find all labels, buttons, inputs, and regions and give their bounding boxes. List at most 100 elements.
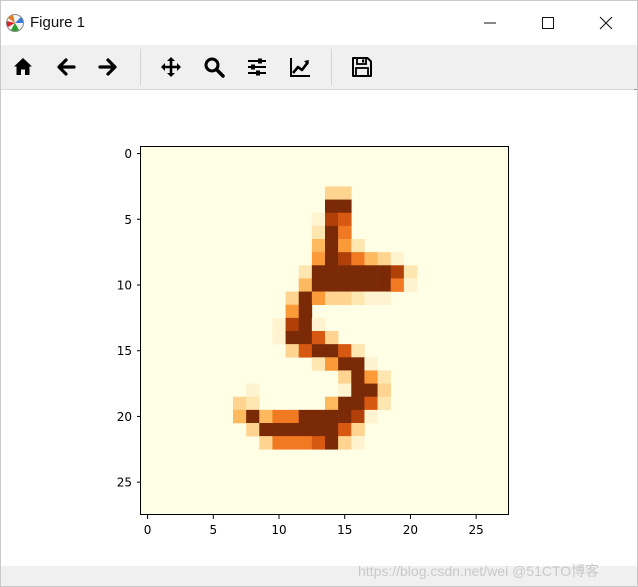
save-button[interactable] xyxy=(347,52,377,82)
heatmap-cell xyxy=(338,344,352,358)
heatmap-cell xyxy=(311,357,326,371)
heatmap-cell xyxy=(298,304,313,319)
heatmap-cell xyxy=(338,278,352,292)
home-button[interactable] xyxy=(8,52,38,82)
heatmap-cell xyxy=(403,265,418,279)
maximize-button[interactable] xyxy=(519,1,577,45)
heatmap-cell xyxy=(325,212,339,227)
heatmap-cell xyxy=(403,278,418,292)
heatmap-cell xyxy=(351,436,365,450)
heatmap-cell xyxy=(351,239,365,253)
heatmap-cell xyxy=(351,383,365,398)
close-button[interactable] xyxy=(577,1,635,45)
heatmap-cell xyxy=(338,383,352,398)
heatmap-cell xyxy=(233,409,247,424)
heatmap-cell xyxy=(311,291,326,306)
heatmap-cell xyxy=(285,344,300,358)
x-tick-label: 10 xyxy=(271,523,286,537)
minimize-button[interactable] xyxy=(461,1,519,45)
heatmap-cell xyxy=(325,396,339,411)
navigation-toolbar xyxy=(1,45,637,155)
heatmap-cell xyxy=(325,278,339,292)
heatmap-cell xyxy=(364,396,378,411)
heatmap-cell xyxy=(298,409,313,424)
edit-axes-button[interactable] xyxy=(285,52,315,82)
heatmap-cell xyxy=(325,265,339,279)
heatmap-cell xyxy=(351,409,365,424)
x-tick-label: 20 xyxy=(403,523,418,537)
toolbar-separator xyxy=(140,49,141,85)
heatmap-cell xyxy=(311,409,326,424)
heatmap-cell xyxy=(338,252,352,266)
heatmap-cell xyxy=(285,317,300,332)
heatmap-cell xyxy=(298,423,313,437)
heatmap-cell xyxy=(351,252,365,266)
heatmap-cell xyxy=(351,357,365,371)
heatmap-cell xyxy=(325,344,339,358)
heatmap-cell xyxy=(311,212,326,227)
heatmap-cell xyxy=(364,357,378,371)
heatmap-cell xyxy=(285,436,300,450)
title-bar: Figure 1 xyxy=(1,1,637,45)
heatmap-cell xyxy=(351,370,365,384)
zoom-button[interactable] xyxy=(199,52,229,82)
heatmap-cell xyxy=(272,317,286,332)
heatmap-cell xyxy=(338,370,352,384)
pan-icon xyxy=(161,57,181,77)
y-axis: 0 5 10 15 20 25 xyxy=(117,147,141,490)
heatmap-cell xyxy=(259,423,273,437)
heatmap-cell xyxy=(298,278,313,292)
y-tick-label: 15 xyxy=(117,344,132,358)
heatmap-cell xyxy=(377,396,392,411)
heatmap-cell xyxy=(285,331,300,345)
heatmap-cell xyxy=(338,409,352,424)
heatmap-cells xyxy=(141,147,509,515)
heatmap-plot: 0 5 10 15 20 25 0 5 10 15 20 25 xyxy=(117,146,509,537)
toolbar-separator xyxy=(331,49,332,85)
heatmap-cell xyxy=(338,212,352,227)
heatmap-cell xyxy=(364,383,378,398)
x-tick-label: 5 xyxy=(209,523,217,537)
forward-arrow-icon xyxy=(98,58,117,76)
heatmap-cell xyxy=(377,370,392,384)
heatmap-cell xyxy=(364,409,378,424)
forward-button[interactable] xyxy=(93,52,123,82)
x-tick-label: 25 xyxy=(469,523,484,537)
y-tick-label: 25 xyxy=(117,476,132,490)
x-tick-label: 0 xyxy=(144,523,152,537)
heatmap-cell xyxy=(311,225,326,240)
back-button[interactable] xyxy=(51,52,81,82)
heatmap-cell xyxy=(325,252,339,266)
heatmap-cell xyxy=(325,409,339,424)
heatmap-cell xyxy=(311,278,326,292)
heatmap-cell xyxy=(338,186,352,200)
heatmap-cell xyxy=(351,344,365,358)
heatmap-cell xyxy=(246,423,260,437)
heatmap-cell xyxy=(246,396,260,411)
heatmap-cell xyxy=(364,291,378,306)
heatmap-cell xyxy=(351,291,365,306)
heatmap-cell xyxy=(364,370,378,384)
heatmap-cell xyxy=(246,383,260,398)
matplotlib-app-icon xyxy=(5,13,25,33)
heatmap-cell xyxy=(311,423,326,437)
figure-canvas[interactable]: 0 5 10 15 20 25 0 5 10 15 20 25 xyxy=(1,90,637,566)
pan-button[interactable] xyxy=(156,52,186,82)
y-tick-label: 5 xyxy=(124,213,132,227)
subplots-button[interactable] xyxy=(242,52,272,82)
heatmap-cell xyxy=(377,291,392,306)
home-icon xyxy=(14,58,32,75)
heatmap-cell xyxy=(338,265,352,279)
heatmap-cell xyxy=(338,291,352,306)
heatmap-cell xyxy=(298,344,313,358)
y-tick-label: 20 xyxy=(117,410,132,424)
heatmap-cell xyxy=(364,278,378,292)
heatmap-cell xyxy=(351,423,365,437)
heatmap-cell xyxy=(338,357,352,371)
y-tick-label: 0 xyxy=(124,147,132,161)
heatmap-cell xyxy=(338,225,352,240)
close-icon xyxy=(599,16,613,30)
heatmap-cell xyxy=(298,265,313,279)
heatmap-cell xyxy=(351,265,365,279)
heatmap-cell xyxy=(311,252,326,266)
